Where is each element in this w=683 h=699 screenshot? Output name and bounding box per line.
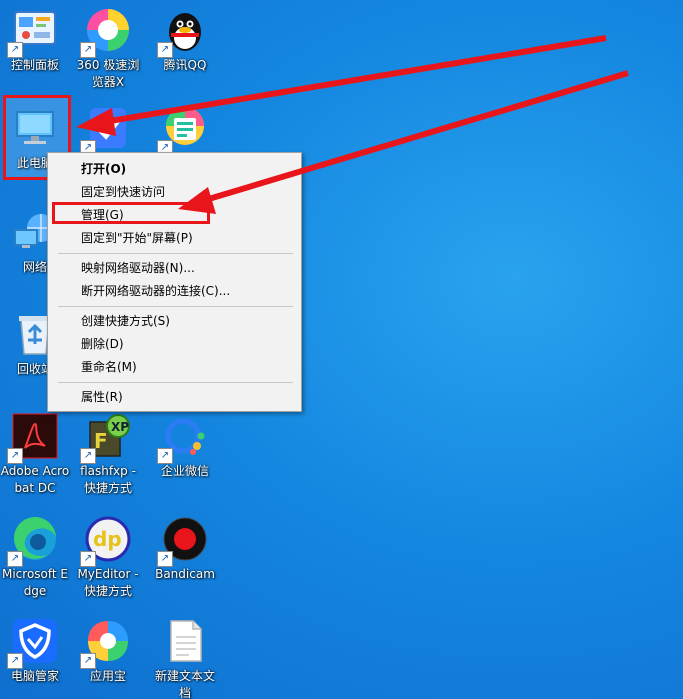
icon-label: 电脑管家 [10,669,59,683]
icon-label: flashfxp - 快捷方式 [80,464,136,495]
shortcut-arrow-icon: ↗ [7,42,23,58]
desktop-icon-bandicam[interactable]: ↗ Bandicam [150,511,220,583]
desktop-icon-app-store[interactable]: ↗ 应用宝 [73,613,143,685]
icon-label: Bandicam [155,567,215,581]
menu-item-map-network-drive[interactable]: 映射网络驱动器(N)... [48,257,301,280]
shortcut-arrow-icon: ↗ [157,448,173,464]
desktop-icon-new-text-doc[interactable]: 新建文本文档 [150,613,220,699]
svg-text:dp: dp [93,527,122,551]
desktop-icon-blue-app[interactable]: ↗ [73,100,143,156]
icon-label: 控制面板 [10,58,59,72]
menu-item-properties[interactable]: 属性(R) [48,386,301,409]
menu-item-pin-start[interactable]: 固定到"开始"屏幕(P) [48,227,301,250]
desktop-icon-control-panel[interactable]: ↗ 控制面板 [0,2,70,74]
icon-label: MyEditor - 快捷方式 [77,567,139,598]
desktop-icon-microsoft-edge[interactable]: ↗ Microsoft Edge [0,511,70,600]
desktop-icon-myeditor[interactable]: dp ↗ MyEditor - 快捷方式 [73,511,143,600]
icon-label: 新建文本文档 [154,669,215,699]
shortcut-arrow-icon: ↗ [80,448,96,464]
desktop-icon-flashfxp[interactable]: F XP ↗ flashfxp - 快捷方式 [73,408,143,497]
desktop-icon-tencent-qq[interactable]: ↗ 腾讯QQ [150,2,220,74]
icon-label: 企业微信 [160,464,209,478]
icon-label: 腾讯QQ [163,58,207,72]
menu-separator [58,306,293,307]
menu-item-create-shortcut[interactable]: 创建快捷方式(S) [48,310,301,333]
svg-text:F: F [94,429,108,453]
menu-item-disconnect-network-drive[interactable]: 断开网络驱动器的连接(C)... [48,280,301,303]
desktop-icon-pc-manager[interactable]: ↗ 电脑管家 [0,613,70,685]
desktop-icon-image-app[interactable]: ↗ [150,100,220,156]
svg-text:XP: XP [111,420,129,434]
icon-label: 应用宝 [89,669,126,683]
menu-item-delete[interactable]: 删除(D) [48,333,301,356]
this-pc-icon [16,111,54,144]
menu-separator [58,253,293,254]
desktop: ↗ 控制面板 ↗ 360 极速浏览器X ↗ 腾讯QQ 此电脑 ↗ ↗ 网络 回收… [0,0,683,699]
shortcut-arrow-icon: ↗ [7,653,23,669]
shortcut-arrow-icon: ↗ [7,551,23,567]
shortcut-arrow-icon: ↗ [80,42,96,58]
icon-label: Microsoft Edge [1,567,68,598]
manage-highlight-box [52,202,210,224]
shortcut-arrow-icon: ↗ [7,448,23,464]
menu-item-rename[interactable]: 重命名(M) [48,356,301,379]
context-menu: 打开(O) 固定到快速访问 管理(G) 固定到"开始"屏幕(P) 映射网络驱动器… [47,152,302,412]
desktop-icon-360-browser[interactable]: ↗ 360 极速浏览器X [73,2,143,91]
icon-label: 360 极速浏览器X [76,58,140,89]
desktop-icon-wecom[interactable]: ↗ 企业微信 [150,408,220,480]
menu-item-pin-quick-access[interactable]: 固定到快速访问 [48,181,301,204]
shortcut-arrow-icon: ↗ [157,42,173,58]
text-document-icon [170,620,202,662]
shortcut-arrow-icon: ↗ [157,551,173,567]
icon-label: Adobe Acrobat DC [0,464,70,495]
shortcut-arrow-icon: ↗ [80,551,96,567]
menu-separator [58,382,293,383]
desktop-icon-adobe-acrobat[interactable]: ↗ Adobe Acrobat DC [0,408,70,497]
shortcut-arrow-icon: ↗ [80,653,96,669]
menu-item-open[interactable]: 打开(O) [48,158,301,181]
